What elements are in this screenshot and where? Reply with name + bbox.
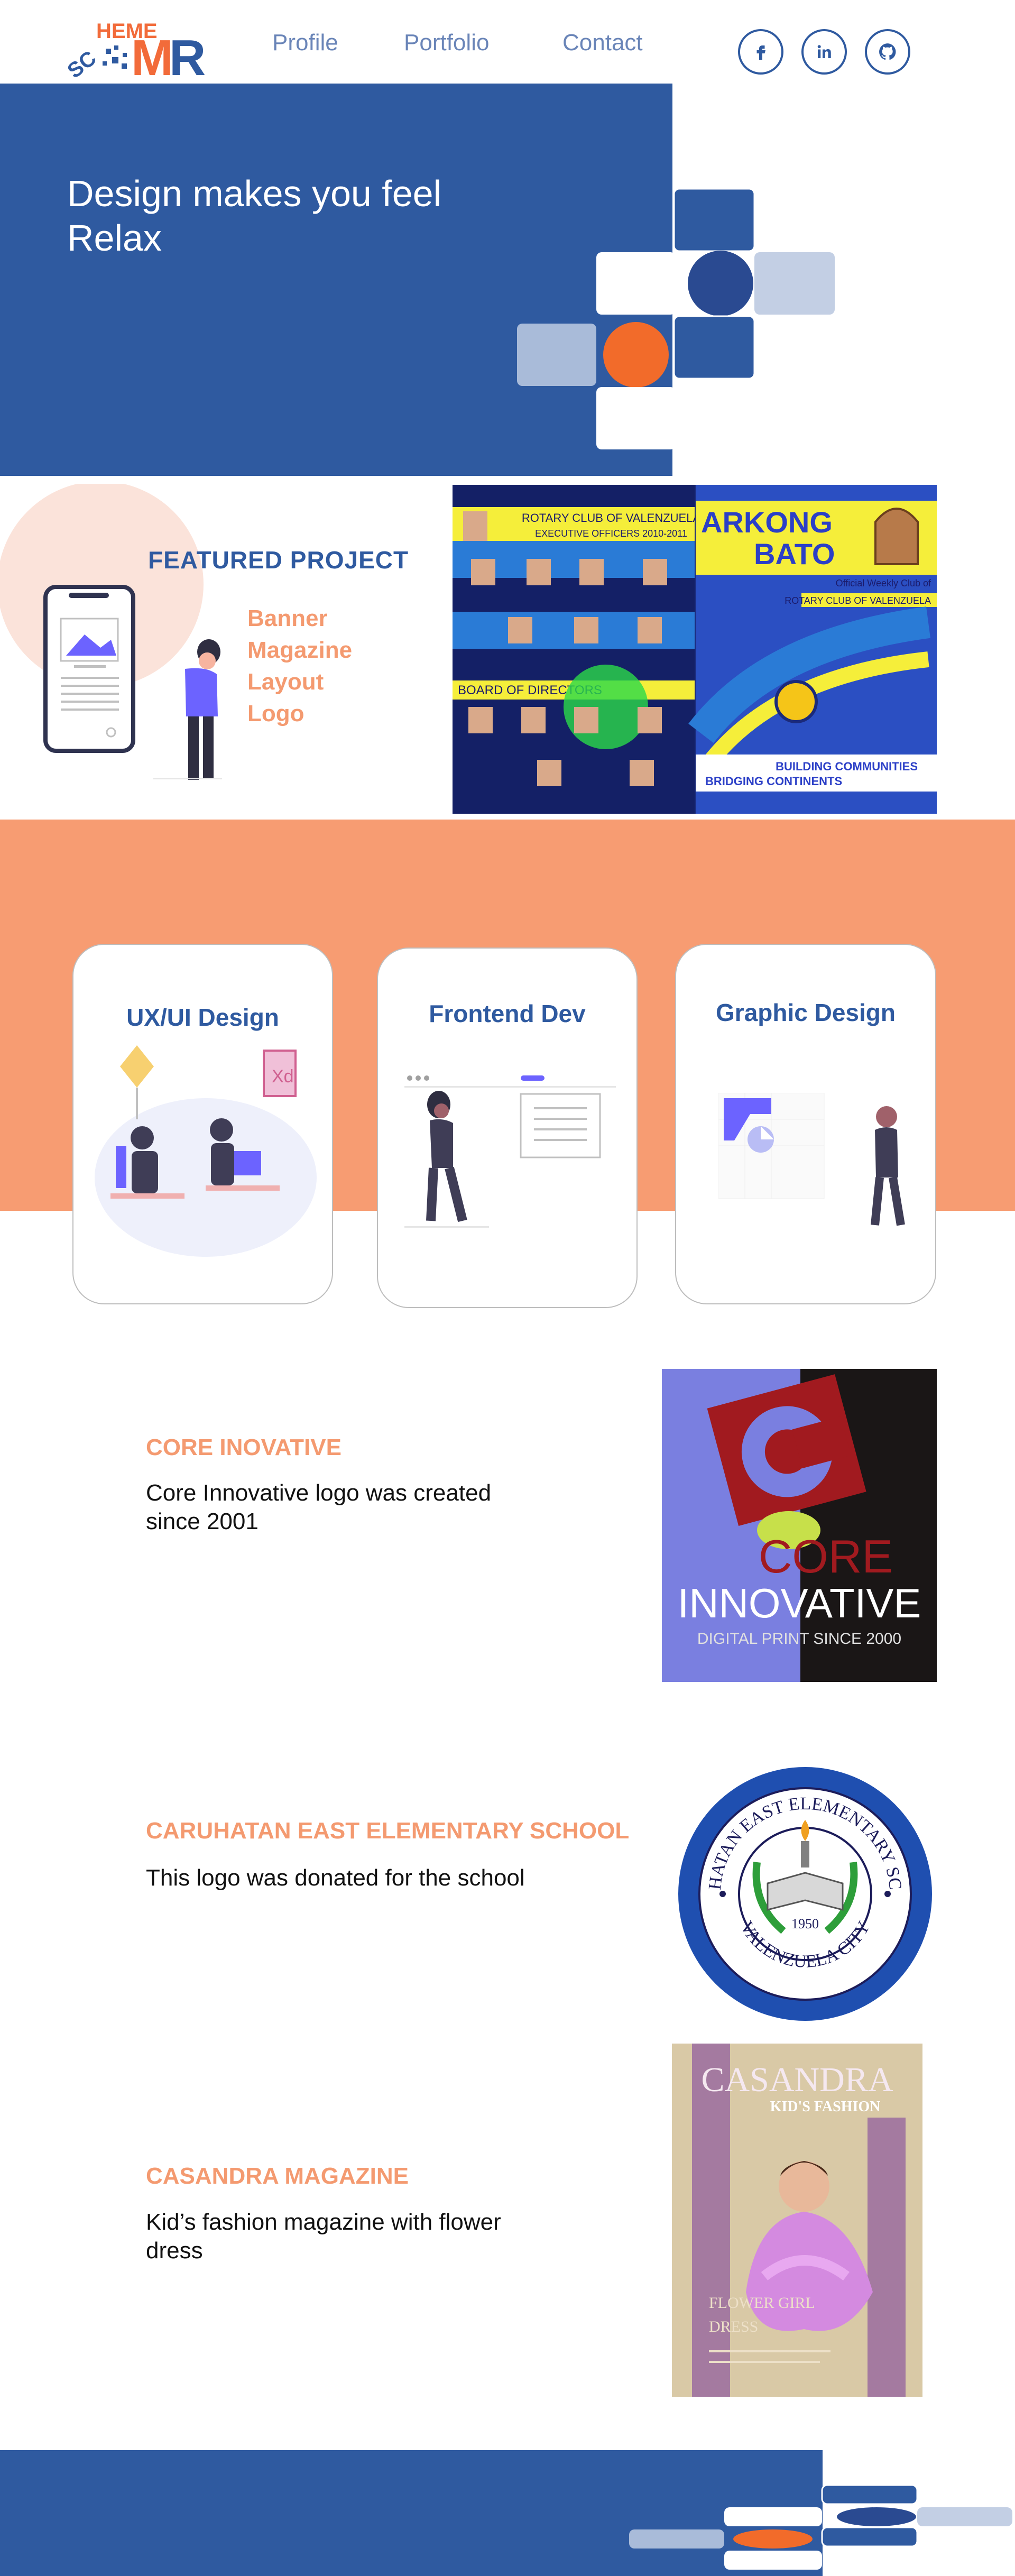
project-description: Kid’s fashion magazine with flower dress xyxy=(146,2209,501,2264)
featured-project-heading: FEATURED PROJECT xyxy=(148,546,409,574)
nav-link-contact[interactable]: Contact xyxy=(562,30,643,56)
magazine-feature-line-1: FLOWER GIRL xyxy=(709,2294,815,2312)
banner-right-title-2: BATO xyxy=(754,537,835,571)
project-title-caruhatan: CARUHATAN EAST ELEMENTARY SCHOOL xyxy=(146,1818,630,1844)
linkedin-button[interactable] xyxy=(801,29,847,75)
nav-link-portfolio[interactable]: Portfolio xyxy=(404,30,489,56)
logo-text-m: M xyxy=(131,30,173,86)
core-logo-text-1: CORE xyxy=(759,1530,893,1583)
service-card-title: Graphic Design xyxy=(716,999,896,1026)
banner-tag-1: BUILDING COMMUNITIES xyxy=(776,760,918,773)
banner-left-subtitle: EXECUTIVE OFFICERS 2010-2011 xyxy=(535,528,687,539)
banner-tag-2: BRIDGING CONTINENTS xyxy=(705,775,842,788)
project-description: This logo was donated for the school xyxy=(146,1865,525,1891)
banner-right-title-1: ARKONG xyxy=(701,505,833,539)
service-card-graphic[interactable]: Graphic Design xyxy=(675,944,936,1304)
project-description: Core Innovative logo was created since 2… xyxy=(146,1480,492,1534)
magazine-title: CASANDRA xyxy=(701,2060,893,2099)
github-button[interactable] xyxy=(865,29,910,75)
core-innovative-logo-image[interactable]: CORE INNOVATIVE DIGITAL PRINT SINCE 2000 xyxy=(662,1369,937,1682)
featured-banner-image[interactable]: ROTARY CLUB OF VALENZUELA EXECUTIVE OFFI… xyxy=(453,485,937,814)
project-title-core-inovative: CORE INOVATIVE xyxy=(146,1434,342,1460)
magazine-feature-line-2: DRESS xyxy=(709,2318,758,2335)
banner-left-title: ROTARY CLUB OF VALENZUELA xyxy=(522,511,701,525)
linkedin-icon xyxy=(817,45,831,58)
facebook-button[interactable] xyxy=(738,29,783,75)
casandra-magazine-cover-image[interactable]: CASANDRA KID'S FASHION FLOWER GIRL DRESS xyxy=(672,2044,922,2397)
graphic-design-illustration xyxy=(718,1093,905,1226)
service-card-uxui[interactable]: UX/UI Design Xd xyxy=(72,944,333,1304)
hero-shapes-illustration xyxy=(517,188,835,449)
service-card-title: Frontend Dev xyxy=(429,1000,586,1027)
logo-text-sc: SC xyxy=(63,47,100,83)
featured-phone-illustration xyxy=(0,484,222,780)
featured-item-banner: Banner xyxy=(247,605,328,631)
nav-link-profile[interactable]: Profile xyxy=(272,30,338,56)
uxui-illustration: Xd xyxy=(95,1045,317,1257)
frontend-illustration xyxy=(404,1075,616,1228)
featured-item-logo: Logo xyxy=(247,701,304,726)
caruhatan-school-seal-image[interactable]: CARUHATAN EAST ELEMENTARY SCHOOL VALENZU… xyxy=(672,1762,938,2026)
banner-right-sub-2: ROTARY CLUB OF VALENZUELA xyxy=(785,595,931,606)
footer-shapes-illustration xyxy=(629,2484,1012,2570)
github-icon xyxy=(879,43,896,60)
svg-text:Xd: Xd xyxy=(272,1066,294,1087)
service-card-title: UX/UI Design xyxy=(126,1004,279,1031)
featured-item-magazine: Magazine xyxy=(247,637,353,663)
service-card-frontend[interactable]: Frontend Dev xyxy=(377,947,638,1308)
project-title-casandra: CASANDRA MAGAZINE xyxy=(146,2163,409,2189)
seal-year: 1950 xyxy=(791,1916,819,1931)
site-logo[interactable]: SC HEME M R xyxy=(63,6,217,86)
core-logo-text-3: DIGITAL PRINT SINCE 2000 xyxy=(697,1630,901,1648)
featured-item-layout: Layout xyxy=(247,669,324,695)
core-logo-text-2: INNOVATIVE xyxy=(678,1580,921,1626)
featured-project-list: Banner Magazine Layout Logo xyxy=(247,603,352,730)
facebook-icon xyxy=(756,45,765,60)
banner-right-sub-1: Official Weekly Club of xyxy=(836,578,931,588)
logo-text-r: R xyxy=(169,30,206,86)
hero-title: Design makes you feel Relax xyxy=(67,173,442,259)
magazine-subtitle: KID'S FASHION xyxy=(770,2099,881,2115)
